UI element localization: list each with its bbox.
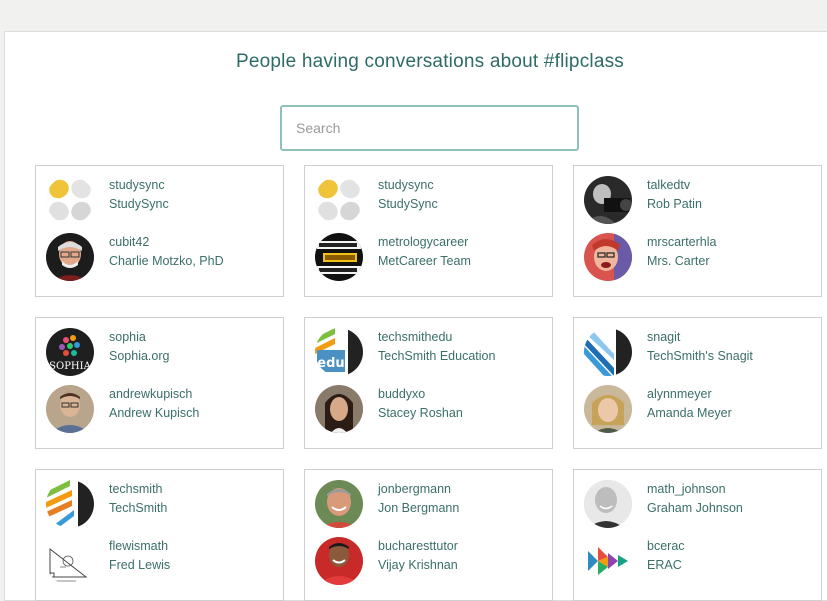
edu-wordmark: edu bbox=[317, 356, 344, 371]
person-handle[interactable]: andrewkupisch bbox=[109, 387, 192, 401]
people-card: snagit TechSmith's Snagit alynnmeyer Ama… bbox=[573, 317, 822, 449]
techsmith-logo-icon[interactable] bbox=[46, 480, 94, 528]
portrait-man-glasses-icon[interactable] bbox=[46, 233, 94, 281]
person-handle[interactable]: flewismath bbox=[109, 539, 168, 553]
person-handle[interactable]: techsmith bbox=[109, 482, 163, 496]
person-name[interactable]: TechSmith's Snagit bbox=[647, 349, 753, 363]
person-handle[interactable]: sophia bbox=[109, 330, 146, 344]
portrait-man-icon[interactable] bbox=[46, 385, 94, 433]
sophia-wordmark: SOPHIA bbox=[49, 361, 91, 372]
person-name[interactable]: Fred Lewis bbox=[109, 558, 170, 572]
person-handle[interactable]: techsmithedu bbox=[378, 330, 452, 344]
person-name[interactable]: Amanda Meyer bbox=[647, 406, 732, 420]
person-techsmithedu[interactable]: edu techsmithedu TechSmith Education bbox=[315, 327, 545, 377]
people-card: edu techsmithedu TechSmith Education bud… bbox=[304, 317, 553, 449]
studysync-logo-icon[interactable] bbox=[46, 176, 94, 224]
portrait-man-red-icon[interactable] bbox=[315, 537, 363, 585]
person-name[interactable]: Vijay Krishnan bbox=[378, 558, 458, 572]
person-handle[interactable]: mrscarterhla bbox=[647, 235, 716, 249]
person-handle[interactable]: cubit42 bbox=[109, 235, 149, 249]
person-name[interactable]: Graham Johnson bbox=[647, 501, 743, 515]
metrology-logo-icon[interactable] bbox=[315, 233, 363, 281]
person-cubit42[interactable]: cubit42 Charlie Motzko, PhD bbox=[46, 232, 276, 282]
person-handle[interactable]: alynnmeyer bbox=[647, 387, 712, 401]
math-sketch-icon[interactable] bbox=[46, 537, 94, 585]
person-handle[interactable]: bucharesttutor bbox=[378, 539, 458, 553]
person-name[interactable]: Jon Bergmann bbox=[378, 501, 459, 515]
person-handle[interactable]: bcerac bbox=[647, 539, 685, 553]
techsmith-edu-logo-icon[interactable]: edu bbox=[315, 328, 363, 376]
people-card: SOPHIA sophia Sophia.org andrewkupisch A… bbox=[35, 317, 284, 449]
portrait-camera-icon[interactable] bbox=[584, 176, 632, 224]
person-handle[interactable]: studysync bbox=[378, 178, 434, 192]
person-name[interactable]: TechSmith Education bbox=[378, 349, 495, 363]
person-studysync[interactable]: studysync StudySync bbox=[46, 175, 276, 225]
person-mrscarterhla[interactable]: mrscarterhla Mrs. Carter bbox=[584, 232, 814, 282]
person-handle[interactable]: snagit bbox=[647, 330, 680, 344]
person-bcerac[interactable]: bcerac ERAC bbox=[584, 536, 814, 586]
person-name[interactable]: Charlie Motzko, PhD bbox=[109, 254, 224, 268]
people-card: studysync StudySync metrologycareer MetC… bbox=[304, 165, 553, 297]
person-name[interactable]: Rob Patin bbox=[647, 197, 702, 211]
people-card: jonbergmann Jon Bergmann bucharesttutor … bbox=[304, 469, 553, 601]
person-jonbergmann[interactable]: jonbergmann Jon Bergmann bbox=[315, 479, 545, 529]
person-name[interactable]: Stacey Roshan bbox=[378, 406, 463, 420]
people-card: techsmith TechSmith flewismath Fred Lewi… bbox=[35, 469, 284, 601]
person-alynnmeyer[interactable]: alynnmeyer Amanda Meyer bbox=[584, 384, 814, 434]
person-name[interactable]: ERAC bbox=[647, 558, 682, 572]
sophia-logo-icon[interactable]: SOPHIA bbox=[46, 328, 94, 376]
people-card: math_johnson Graham Johnson bcerac ERAC bbox=[573, 469, 822, 601]
erac-logo-icon[interactable] bbox=[584, 537, 632, 585]
person-name[interactable]: StudySync bbox=[109, 197, 169, 211]
portrait-woman-blonde-icon[interactable] bbox=[584, 385, 632, 433]
person-techsmith[interactable]: techsmith TechSmith bbox=[46, 479, 276, 529]
studysync-logo-icon[interactable] bbox=[315, 176, 363, 224]
person-bucharesttutor[interactable]: bucharesttutor Vijay Krishnan bbox=[315, 536, 545, 586]
people-card: talkedtv Rob Patin mrscarterhla Mrs. Car… bbox=[573, 165, 822, 297]
person-snagit[interactable]: snagit TechSmith's Snagit bbox=[584, 327, 814, 377]
person-handle[interactable]: talkedtv bbox=[647, 178, 690, 192]
page-title: People having conversations about #flipc… bbox=[236, 51, 624, 72]
person-name[interactable]: Sophia.org bbox=[109, 349, 169, 363]
person-name[interactable]: TechSmith bbox=[109, 501, 167, 515]
person-name[interactable]: Mrs. Carter bbox=[647, 254, 710, 268]
portrait-bald-bw-icon[interactable] bbox=[584, 480, 632, 528]
person-handle[interactable]: studysync bbox=[109, 178, 165, 192]
portrait-man-smile-icon[interactable] bbox=[315, 480, 363, 528]
people-card: studysync StudySync cubit42 Charlie Motz… bbox=[35, 165, 284, 297]
person-metrologycareer[interactable]: metrologycareer MetCareer Team bbox=[315, 232, 545, 282]
person-math_johnson[interactable]: math_johnson Graham Johnson bbox=[584, 479, 814, 529]
portrait-woman-red-icon[interactable] bbox=[584, 233, 632, 281]
person-name[interactable]: MetCareer Team bbox=[378, 254, 471, 268]
person-name[interactable]: Andrew Kupisch bbox=[109, 406, 199, 420]
search-input[interactable] bbox=[280, 105, 579, 151]
person-handle[interactable]: buddyxo bbox=[378, 387, 425, 401]
person-talkedtv[interactable]: talkedtv Rob Patin bbox=[584, 175, 814, 225]
snagit-logo-icon[interactable] bbox=[584, 328, 632, 376]
person-handle[interactable]: jonbergmann bbox=[378, 482, 451, 496]
portrait-woman-dark-icon[interactable] bbox=[315, 385, 363, 433]
person-handle[interactable]: math_johnson bbox=[647, 482, 726, 496]
person-buddyxo[interactable]: buddyxo Stacey Roshan bbox=[315, 384, 545, 434]
person-flewismath[interactable]: flewismath Fred Lewis bbox=[46, 536, 276, 586]
person-sophia[interactable]: SOPHIA sophia Sophia.org bbox=[46, 327, 276, 377]
person-name[interactable]: StudySync bbox=[378, 197, 438, 211]
person-handle[interactable]: metrologycareer bbox=[378, 235, 468, 249]
person-studysync[interactable]: studysync StudySync bbox=[315, 175, 545, 225]
person-andrewkupisch[interactable]: andrewkupisch Andrew Kupisch bbox=[46, 384, 276, 434]
